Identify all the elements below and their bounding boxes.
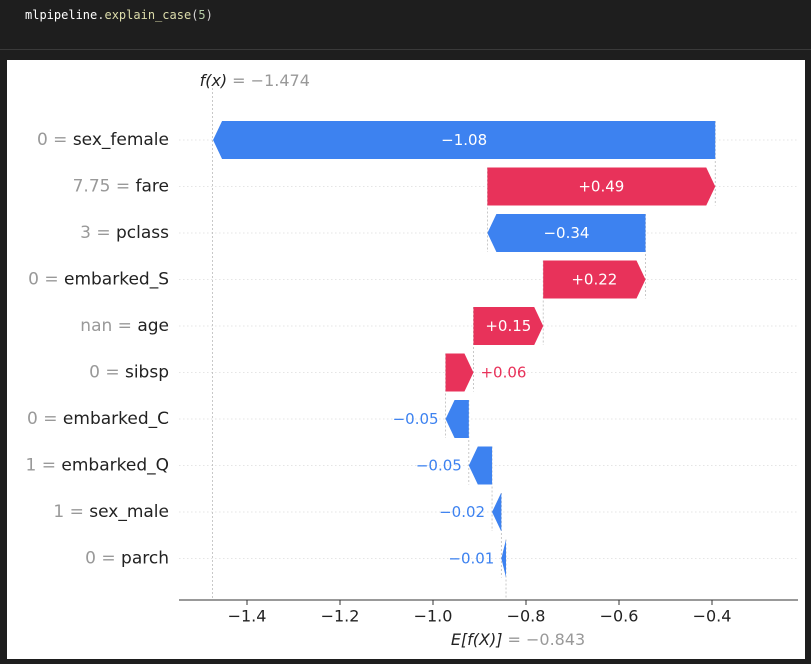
bar-label-age: +0.15 <box>485 317 531 335</box>
feature-label-sex_female: 0 = sex_female <box>37 130 169 150</box>
feature-value: 3 = <box>80 223 116 243</box>
feature-name: sex_female <box>73 130 169 150</box>
code-function: explain_case <box>104 8 192 22</box>
feature-label-sex_male: 1 = sex_male <box>53 502 169 522</box>
bar-embarked_Q <box>468 446 493 485</box>
bar-label-sex_female: −1.08 <box>441 131 487 149</box>
bar-label-embarked_S: +0.22 <box>571 271 617 289</box>
feature-value: 7.75 = <box>73 177 136 197</box>
feature-value: 0 = <box>27 409 63 429</box>
feature-label-age: nan = age <box>80 316 169 336</box>
code-cell[interactable]: mlpipeline.explain_case(5) <box>0 0 811 50</box>
feature-name: embarked_Q <box>61 456 169 476</box>
x-tick-label: −1.2 <box>321 607 360 626</box>
bar-embarked_C <box>445 400 469 438</box>
feature-name: age <box>137 316 169 336</box>
feature-name: embarked_C <box>63 409 169 429</box>
feature-label-parch: 0 = parch <box>85 549 169 569</box>
bar-label-embarked_Q: −0.05 <box>416 457 462 475</box>
code-line[interactable]: mlpipeline.explain_case(5) <box>25 7 213 23</box>
base-symbol: E[f(X)] <box>451 630 503 649</box>
feature-name: sibsp <box>125 363 169 383</box>
feature-name: sex_male <box>89 502 169 522</box>
feature-name: embarked_S <box>64 270 169 290</box>
feature-value: 1 = <box>53 502 89 522</box>
feature-value: 0 = <box>37 130 73 150</box>
x-tick-label: −1.0 <box>414 607 453 626</box>
code-argument: 5 <box>198 8 206 22</box>
bar-label-pclass: −0.34 <box>543 224 589 242</box>
fx-value: = −1.474 <box>232 71 310 90</box>
feature-label-embarked_S: 0 = embarked_S <box>28 270 169 290</box>
base-value: = −0.843 <box>507 630 585 649</box>
feature-value: 1 = <box>26 456 62 476</box>
feature-name: pclass <box>116 223 169 243</box>
code-close-paren: ) <box>205 8 213 22</box>
feature-label-sibsp: 0 = sibsp <box>89 363 169 383</box>
feature-label-fare: 7.75 = fare <box>73 177 169 197</box>
bar-label-sibsp: +0.06 <box>480 364 526 382</box>
bar-sex_male <box>492 493 502 531</box>
feature-label-embarked_C: 0 = embarked_C <box>27 409 169 429</box>
x-tick-label: −1.4 <box>228 607 267 626</box>
x-tick-label: −0.4 <box>693 607 732 626</box>
bar-label-sex_male: −0.02 <box>439 503 485 521</box>
fx-symbol: f(x) <box>200 71 228 90</box>
waterfall-chart: −1.08 0 = sex_female +0.49 7.75 = fare −0.34… <box>26 71 798 649</box>
feature-value: 0 = <box>28 270 64 290</box>
base-value-label: E[f(X)] = −0.843 <box>451 630 585 649</box>
code-object: mlpipeline <box>25 8 98 22</box>
x-tick-label: −0.8 <box>507 607 546 626</box>
x-tick-label: −0.6 <box>600 607 639 626</box>
feature-value: 0 = <box>89 363 125 383</box>
feature-name: parch <box>121 549 169 569</box>
bar-label-embarked_C: −0.05 <box>393 410 439 428</box>
output-area: −1.08 0 = sex_female +0.49 7.75 = fare −0.34… <box>7 60 805 659</box>
bar-parch <box>501 539 507 578</box>
feature-value: nan = <box>80 316 137 336</box>
feature-value: 0 = <box>85 549 121 569</box>
fx-label: f(x) = −1.474 <box>200 71 310 90</box>
feature-label-embarked_Q: 1 = embarked_Q <box>26 456 169 476</box>
bar-sibsp <box>445 353 474 392</box>
feature-label-pclass: 3 = pclass <box>80 223 169 243</box>
bar-label-parch: −0.01 <box>448 550 494 568</box>
feature-name: fare <box>136 177 169 197</box>
bar-label-fare: +0.49 <box>578 178 624 196</box>
